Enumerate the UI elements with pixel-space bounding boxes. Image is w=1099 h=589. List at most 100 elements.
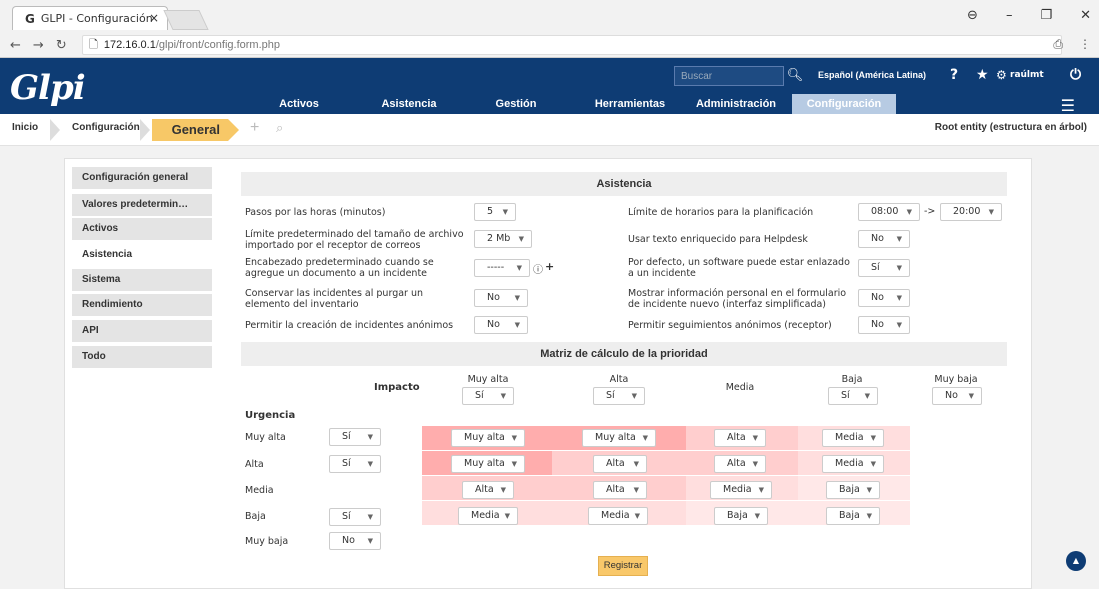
- tab-api[interactable]: API: [72, 320, 212, 342]
- priority-select[interactable]: Muy alta ▼: [582, 429, 656, 447]
- tab-close-icon[interactable]: ×: [149, 11, 159, 25]
- tab-rendimiento[interactable]: Rendimiento: [72, 294, 212, 316]
- extension-icon[interactable]: ⎙: [1053, 37, 1063, 52]
- priority-select[interactable]: Media ▼: [822, 429, 884, 447]
- gear-icon[interactable]: ⚙: [996, 68, 1007, 82]
- impact-col-muy-alta: Muy alta: [467, 374, 509, 385]
- setting-select[interactable]: ----- ▼: [474, 259, 530, 277]
- help-icon[interactable]: ?: [950, 67, 958, 83]
- hamburger-menu-icon[interactable]: ☰: [1061, 96, 1075, 115]
- restore-icon[interactable]: ❐: [1040, 8, 1052, 23]
- entity-selector[interactable]: Root entity (estructura en árbol): [935, 114, 1087, 142]
- menu-gestion[interactable]: Gestión: [478, 94, 554, 114]
- setting-select[interactable]: No ▼: [474, 289, 528, 307]
- setting-label: Límite de horarios para la planificación: [628, 207, 814, 218]
- urgency-row-media: Media: [245, 485, 274, 496]
- priority-select[interactable]: Media ▼: [458, 507, 518, 525]
- setting-select[interactable]: 08:00 ▼: [858, 203, 920, 221]
- priority-select[interactable]: Alta ▼: [593, 481, 647, 499]
- search-icon[interactable]: 🔍︎: [784, 66, 806, 86]
- menu-administracion[interactable]: Administración: [686, 94, 786, 114]
- reload-icon[interactable]: ↻: [56, 38, 67, 53]
- priority-select[interactable]: Muy alta ▼: [451, 429, 525, 447]
- back-icon[interactable]: ←: [10, 38, 21, 53]
- setting-select[interactable]: 2 Mb ▼: [474, 230, 532, 248]
- setting-label: Por defecto, un software puede estar enl…: [628, 257, 850, 279]
- page-icon: 🗋: [89, 38, 98, 51]
- logout-icon[interactable]: ⏻: [1070, 67, 1081, 83]
- setting-select[interactable]: No ▼: [858, 230, 910, 248]
- urgency-enable-select[interactable]: Sí ▼: [329, 455, 381, 473]
- forward-icon[interactable]: →: [33, 38, 44, 53]
- setting-select[interactable]: No ▼: [474, 316, 528, 334]
- setting-select[interactable]: 5 ▼: [474, 203, 516, 221]
- registrar-button[interactable]: Registrar: [598, 556, 648, 576]
- glpi-favicon-icon: G: [25, 11, 35, 26]
- star-icon[interactable]: ★: [976, 67, 989, 83]
- priority-select[interactable]: Alta ▼: [593, 455, 647, 473]
- urgency-row-muy-alta: Muy alta: [245, 432, 286, 443]
- impact-col-muy-baja: Muy baja: [934, 374, 978, 385]
- close-window-icon[interactable]: ✕: [1080, 8, 1091, 23]
- setting-label: Usar texto enriquecido para Helpdesk: [628, 234, 808, 245]
- menu-configuracion[interactable]: Configuración: [792, 94, 896, 114]
- priority-select[interactable]: Alta ▼: [714, 455, 766, 473]
- impacto-label: Impacto: [374, 382, 420, 393]
- url-input[interactable]: 🗋 172.16.0.1/glpi/front/config.form.php: [82, 35, 1062, 55]
- breadcrumb-current[interactable]: General: [152, 119, 239, 141]
- info-icon[interactable]: ⓘ: [533, 261, 543, 276]
- impact-enable-select[interactable]: No ▼: [932, 387, 982, 405]
- priority-select[interactable]: Media ▼: [588, 507, 648, 525]
- setting-select[interactable]: Sí ▼: [858, 259, 910, 277]
- tab-todo[interactable]: Todo: [72, 346, 212, 368]
- menu-herramientas[interactable]: Herramientas: [578, 94, 682, 114]
- priority-select[interactable]: Baja ▼: [826, 507, 880, 525]
- tab-asistencia[interactable]: Asistencia: [72, 244, 212, 266]
- priority-select[interactable]: Baja ▼: [714, 507, 768, 525]
- impact-enable-select[interactable]: Sí ▼: [462, 387, 514, 405]
- tab-title: GLPI - Configuración: [40, 12, 153, 25]
- priority-select[interactable]: Muy alta ▼: [451, 455, 525, 473]
- language-selector[interactable]: Español (América Latina): [818, 70, 926, 80]
- priority-select[interactable]: Alta ▼: [462, 481, 514, 499]
- setting-label: Límite predeterminado del tamaño de arch…: [245, 229, 464, 251]
- setting-select[interactable]: No ▼: [858, 289, 910, 307]
- setting-label: Permitir la creación de incidentes anóni…: [245, 320, 454, 331]
- impact-enable-select[interactable]: Sí ▼: [828, 387, 878, 405]
- urgency-enable-select[interactable]: Sí ▼: [329, 508, 381, 526]
- priority-select[interactable]: Alta ▼: [714, 429, 766, 447]
- urgency-enable-select[interactable]: No ▼: [329, 532, 381, 550]
- browser-tab[interactable]: G GLPI - Configuración ×: [12, 6, 168, 30]
- impact-enable-select[interactable]: Sí ▼: [593, 387, 645, 405]
- new-tab-button[interactable]: [163, 10, 209, 30]
- priority-select[interactable]: Baja ▼: [826, 481, 880, 499]
- search-list-icon[interactable]: ⌕: [276, 114, 283, 142]
- tab-activos[interactable]: Activos: [72, 218, 212, 240]
- tab-configuracion-general[interactable]: Configuración general: [72, 167, 212, 189]
- menu-asistencia[interactable]: Asistencia: [366, 94, 452, 114]
- tab-sistema[interactable]: Sistema: [72, 269, 212, 291]
- setting-label: Permitir seguimientos anónimos (receptor…: [628, 320, 832, 331]
- menu-activos[interactable]: Activos: [258, 94, 340, 114]
- add-icon[interactable]: +: [545, 260, 554, 273]
- user-menu[interactable]: raúlmt: [1010, 70, 1044, 80]
- breadcrumb-home[interactable]: Inicio: [12, 114, 38, 142]
- priority-select[interactable]: Media ▼: [822, 455, 884, 473]
- add-icon[interactable]: +: [250, 114, 259, 142]
- url-path: /glpi/front/config.form.php: [155, 39, 280, 51]
- urgency-enable-select[interactable]: Sí ▼: [329, 428, 381, 446]
- profile-icon[interactable]: ⊖: [967, 8, 978, 23]
- section-title-matriz: Matriz de cálculo de la prioridad: [241, 342, 1007, 366]
- scroll-to-top-icon[interactable]: ▲: [1066, 551, 1086, 571]
- minimize-icon[interactable]: –: [1006, 8, 1013, 23]
- search-input[interactable]: Buscar: [674, 66, 784, 86]
- section-title-asistencia: Asistencia: [241, 172, 1007, 196]
- priority-select[interactable]: Media ▼: [710, 481, 772, 499]
- setting-label: Pasos por las horas (minutos): [245, 207, 386, 218]
- setting-select[interactable]: 20:00 ▼: [940, 203, 1002, 221]
- browser-menu-icon[interactable]: ⋮: [1079, 37, 1091, 52]
- breadcrumb-configuracion[interactable]: Configuración: [72, 114, 140, 142]
- setting-select[interactable]: No ▼: [858, 316, 910, 334]
- breadcrumb-separator: [140, 119, 150, 141]
- tab-valores-predeterminados[interactable]: Valores predetermin…: [72, 194, 212, 216]
